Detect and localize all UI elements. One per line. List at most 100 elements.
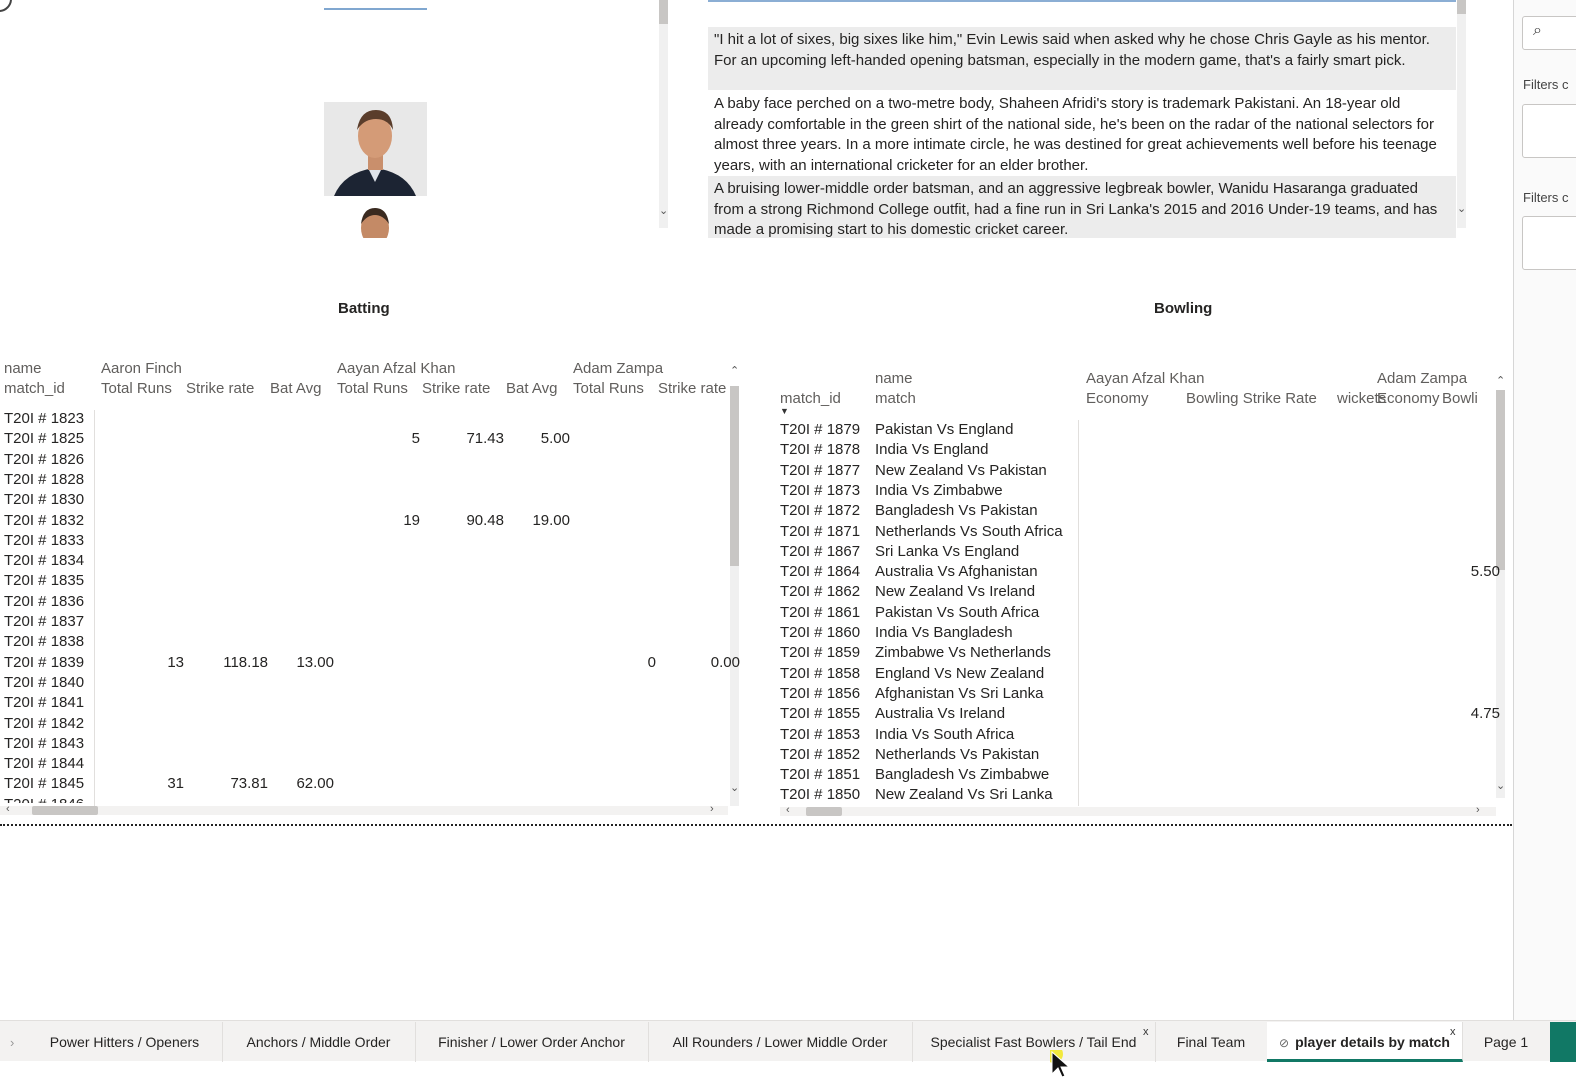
page-tab[interactable]: All Rounders / Lower Middle Order bbox=[648, 1022, 913, 1062]
batting-hscroll[interactable] bbox=[0, 806, 728, 815]
chevron-down-icon[interactable]: ⌄ bbox=[1457, 204, 1466, 215]
row-header-match-id: match_id bbox=[780, 390, 841, 407]
table-cell: 4.75 bbox=[1470, 705, 1500, 723]
row-label-match-id: T20I # 1878 bbox=[780, 441, 861, 459]
page-tab-label: Page 1 bbox=[1483, 1034, 1529, 1050]
row-label-match: Australia Vs Afghanistan bbox=[875, 563, 1038, 581]
page-tab[interactable]: ⊘ player details by match bbox=[1267, 1022, 1463, 1062]
circle-icon bbox=[0, 0, 12, 12]
table-cell: 5.50 bbox=[1470, 563, 1500, 581]
row-label-match: New Zealand Vs Sri Lanka bbox=[875, 786, 1053, 804]
image-strip-scrollbar[interactable] bbox=[659, 0, 668, 228]
search-icon: ⌕ bbox=[1533, 22, 1542, 39]
table-cell: 71.43 bbox=[466, 430, 504, 448]
table-cell: 0.00 bbox=[710, 653, 740, 671]
player-photo bbox=[324, 102, 427, 196]
row-label-match-id: T20I # 1853 bbox=[780, 725, 861, 743]
player-header[interactable]: Adam Zampa bbox=[1377, 369, 1467, 389]
table-cell: 19 bbox=[403, 511, 420, 529]
row-label-match-id: T20I # 1855 bbox=[780, 705, 861, 723]
row-label-match-id: T20I # 1838 bbox=[4, 633, 85, 651]
row-label-match-id: T20I # 1828 bbox=[4, 470, 85, 488]
batting-title: Batting bbox=[338, 300, 390, 317]
table-cell: 73.81 bbox=[230, 775, 268, 793]
player-header[interactable]: Adam Zampa bbox=[573, 359, 663, 379]
row-label-match-id: T20I # 1840 bbox=[4, 673, 85, 691]
row-label-match: Netherlands Vs Pakistan bbox=[875, 745, 1040, 763]
sort-desc-icon[interactable]: ▼ bbox=[780, 406, 789, 416]
table-cell: 31 bbox=[167, 775, 184, 793]
page-tab-label: Power Hitters / Openers bbox=[49, 1034, 200, 1050]
column-header[interactable]: Strike rate bbox=[658, 379, 726, 399]
column-header[interactable]: Bowli bbox=[1442, 389, 1500, 409]
column-header[interactable]: Economy bbox=[1377, 389, 1440, 409]
row-label-match-id: T20I # 1845 bbox=[4, 775, 85, 793]
page-tab[interactable]: Anchors / Middle Order bbox=[222, 1022, 416, 1062]
chevron-down-icon[interactable]: ⌄ bbox=[730, 783, 739, 794]
row-header-name: name bbox=[4, 360, 42, 377]
table-cell: 19.00 bbox=[532, 511, 570, 529]
column-header[interactable]: Economy bbox=[1086, 389, 1149, 409]
page-tab[interactable]: Finisher / Lower Order Anchor bbox=[415, 1022, 649, 1062]
chevron-left-icon[interactable]: ‹ bbox=[6, 804, 10, 815]
row-label-match-id: T20I # 1879 bbox=[780, 421, 861, 438]
chevron-up-icon[interactable]: ⌃ bbox=[1496, 376, 1505, 387]
row-header-divider bbox=[1078, 420, 1079, 806]
filter-search-input[interactable]: ⌕ bbox=[1522, 16, 1576, 50]
bowling-matrix[interactable]: match_id ▼ name match Aayan Afzal Khan A… bbox=[772, 368, 1512, 820]
player-header[interactable]: Aaron Finch bbox=[101, 359, 182, 379]
page-tab-label: All Rounders / Lower Middle Order bbox=[672, 1034, 888, 1050]
row-label-match-id: T20I # 1864 bbox=[780, 563, 861, 581]
table-cell: 5.00 bbox=[540, 430, 570, 448]
add-page-button[interactable] bbox=[1550, 1022, 1576, 1062]
filter-drop-well[interactable] bbox=[1522, 216, 1576, 270]
row-label-match: England Vs New Zealand bbox=[875, 664, 1045, 682]
chevron-down-icon[interactable]: ⌄ bbox=[1496, 781, 1505, 792]
row-label-match-id: T20I # 1823 bbox=[4, 410, 85, 427]
bowling-vscroll[interactable] bbox=[1496, 390, 1505, 798]
batting-matrix[interactable]: name match_id Aaron Finch Aayan Afzal Kh… bbox=[0, 358, 742, 818]
page-tab[interactable]: Specialist Fast Bowlers / Tail End bbox=[912, 1022, 1156, 1062]
row-label-match-id: T20I # 1842 bbox=[4, 714, 85, 732]
page-tab-label: Anchors / Middle Order bbox=[246, 1034, 391, 1050]
close-icon[interactable]: x bbox=[1143, 1026, 1149, 1038]
bowling-hscroll[interactable] bbox=[780, 807, 1496, 816]
bio-scrollbar[interactable] bbox=[1457, 0, 1466, 228]
page-tab-label: player details by match bbox=[1295, 1034, 1450, 1050]
column-header[interactable]: Total Runs bbox=[101, 379, 172, 399]
table-cell: 13 bbox=[167, 653, 184, 671]
row-label-match-id: T20I # 1872 bbox=[780, 502, 861, 520]
column-header[interactable]: Total Runs bbox=[337, 379, 408, 399]
image-strip-divider bbox=[324, 8, 427, 10]
row-label-match-id: T20I # 1839 bbox=[4, 653, 85, 671]
page-tab[interactable]: Power Hitters / Openers bbox=[27, 1022, 223, 1062]
chevron-right-icon[interactable]: › bbox=[1476, 805, 1480, 816]
page-tab[interactable]: Final Team bbox=[1155, 1022, 1268, 1062]
table-cell: 62.00 bbox=[296, 775, 334, 793]
column-header[interactable]: Bat Avg bbox=[270, 379, 321, 399]
batting-vscroll[interactable] bbox=[730, 386, 739, 806]
column-header[interactable]: Bowling Strike Rate bbox=[1186, 389, 1317, 409]
chevron-up-icon[interactable]: ⌃ bbox=[730, 366, 739, 377]
close-icon[interactable]: x bbox=[1450, 1026, 1456, 1038]
row-label-match: India Vs England bbox=[875, 441, 989, 459]
column-header[interactable]: Total Runs bbox=[573, 379, 644, 399]
bio-divider bbox=[708, 0, 1456, 2]
chevron-right-icon[interactable]: › bbox=[10, 1036, 14, 1049]
bio-text: A baby face perched on a two-metre body,… bbox=[714, 95, 1437, 174]
chevron-left-icon[interactable]: ‹ bbox=[786, 805, 790, 816]
filter-drop-well[interactable] bbox=[1522, 104, 1576, 158]
player-header[interactable]: Aayan Afzal Khan bbox=[1086, 369, 1204, 389]
hidden-page-icon: ⊘ bbox=[1279, 1036, 1290, 1050]
filter-section-label: Filters c bbox=[1523, 190, 1569, 205]
row-label-match-id: T20I # 1826 bbox=[4, 450, 85, 468]
column-header[interactable]: Strike rate bbox=[422, 379, 490, 399]
column-header[interactable]: Strike rate bbox=[186, 379, 254, 399]
chevron-down-icon[interactable]: ⌄ bbox=[659, 206, 668, 217]
page-tab[interactable]: Page 1 bbox=[1462, 1022, 1551, 1062]
chevron-right-icon[interactable]: › bbox=[710, 804, 714, 815]
row-label-match-id: T20I # 1833 bbox=[4, 531, 85, 549]
player-header[interactable]: Aayan Afzal Khan bbox=[337, 359, 455, 379]
column-header[interactable]: Bat Avg bbox=[506, 379, 557, 399]
row-header-match-id: match_id bbox=[4, 380, 65, 397]
